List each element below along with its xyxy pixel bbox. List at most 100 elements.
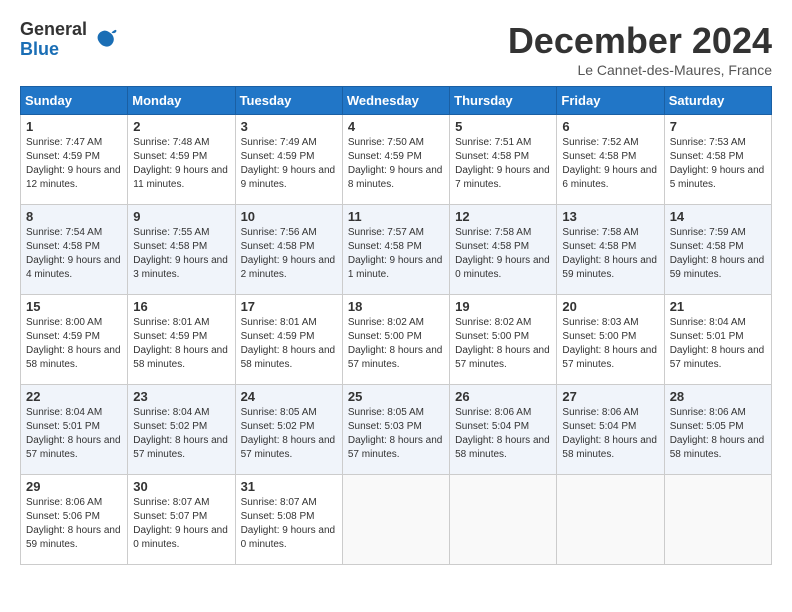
table-row: 24 Sunrise: 8:05 AM Sunset: 5:02 PM Dayl… bbox=[235, 385, 342, 475]
table-row: 9 Sunrise: 7:55 AM Sunset: 4:58 PM Dayli… bbox=[128, 205, 235, 295]
table-row: 23 Sunrise: 8:04 AM Sunset: 5:02 PM Dayl… bbox=[128, 385, 235, 475]
day-info: Sunrise: 7:52 AM Sunset: 4:58 PM Dayligh… bbox=[562, 136, 658, 192]
day-info: Sunrise: 8:02 AM Sunset: 5:00 PM Dayligh… bbox=[348, 316, 444, 372]
day-number: 31 bbox=[241, 479, 337, 494]
table-row: 10 Sunrise: 7:56 AM Sunset: 4:58 PM Dayl… bbox=[235, 205, 342, 295]
day-info: Sunrise: 8:02 AM Sunset: 5:00 PM Dayligh… bbox=[455, 316, 551, 372]
day-info: Sunrise: 8:05 AM Sunset: 5:03 PM Dayligh… bbox=[348, 406, 444, 462]
day-number: 28 bbox=[670, 389, 766, 404]
col-sunday: Sunday bbox=[21, 87, 128, 115]
day-number: 11 bbox=[348, 209, 444, 224]
day-number: 12 bbox=[455, 209, 551, 224]
day-info: Sunrise: 8:06 AM Sunset: 5:04 PM Dayligh… bbox=[455, 406, 551, 462]
table-row: 31 Sunrise: 8:07 AM Sunset: 5:08 PM Dayl… bbox=[235, 475, 342, 565]
day-info: Sunrise: 8:05 AM Sunset: 5:02 PM Dayligh… bbox=[241, 406, 337, 462]
day-info: Sunrise: 8:01 AM Sunset: 4:59 PM Dayligh… bbox=[133, 316, 229, 372]
day-number: 17 bbox=[241, 299, 337, 314]
logo: General Blue bbox=[20, 20, 119, 60]
day-number: 25 bbox=[348, 389, 444, 404]
day-info: Sunrise: 7:49 AM Sunset: 4:59 PM Dayligh… bbox=[241, 136, 337, 192]
day-number: 18 bbox=[348, 299, 444, 314]
day-number: 16 bbox=[133, 299, 229, 314]
calendar-week-row: 15 Sunrise: 8:00 AM Sunset: 4:59 PM Dayl… bbox=[21, 295, 772, 385]
day-info: Sunrise: 7:48 AM Sunset: 4:59 PM Dayligh… bbox=[133, 136, 229, 192]
col-thursday: Thursday bbox=[450, 87, 557, 115]
day-number: 24 bbox=[241, 389, 337, 404]
table-row: 22 Sunrise: 8:04 AM Sunset: 5:01 PM Dayl… bbox=[21, 385, 128, 475]
table-row: 7 Sunrise: 7:53 AM Sunset: 4:58 PM Dayli… bbox=[664, 115, 771, 205]
table-row: 30 Sunrise: 8:07 AM Sunset: 5:07 PM Dayl… bbox=[128, 475, 235, 565]
day-info: Sunrise: 8:04 AM Sunset: 5:02 PM Dayligh… bbox=[133, 406, 229, 462]
day-number: 9 bbox=[133, 209, 229, 224]
table-row: 25 Sunrise: 8:05 AM Sunset: 5:03 PM Dayl… bbox=[342, 385, 449, 475]
day-info: Sunrise: 7:47 AM Sunset: 4:59 PM Dayligh… bbox=[26, 136, 122, 192]
day-number: 29 bbox=[26, 479, 122, 494]
day-number: 13 bbox=[562, 209, 658, 224]
table-row: 27 Sunrise: 8:06 AM Sunset: 5:04 PM Dayl… bbox=[557, 385, 664, 475]
table-row bbox=[557, 475, 664, 565]
col-tuesday: Tuesday bbox=[235, 87, 342, 115]
day-number: 7 bbox=[670, 119, 766, 134]
calendar-week-row: 8 Sunrise: 7:54 AM Sunset: 4:58 PM Dayli… bbox=[21, 205, 772, 295]
title-area: December 2024 Le Cannet-des-Maures, Fran… bbox=[508, 20, 772, 78]
day-info: Sunrise: 7:50 AM Sunset: 4:59 PM Dayligh… bbox=[348, 136, 444, 192]
col-wednesday: Wednesday bbox=[342, 87, 449, 115]
day-number: 22 bbox=[26, 389, 122, 404]
day-info: Sunrise: 7:54 AM Sunset: 4:58 PM Dayligh… bbox=[26, 226, 122, 282]
logo-general: General bbox=[20, 20, 87, 40]
day-info: Sunrise: 7:57 AM Sunset: 4:58 PM Dayligh… bbox=[348, 226, 444, 282]
day-number: 14 bbox=[670, 209, 766, 224]
day-info: Sunrise: 7:53 AM Sunset: 4:58 PM Dayligh… bbox=[670, 136, 766, 192]
day-info: Sunrise: 8:04 AM Sunset: 5:01 PM Dayligh… bbox=[26, 406, 122, 462]
table-row: 5 Sunrise: 7:51 AM Sunset: 4:58 PM Dayli… bbox=[450, 115, 557, 205]
day-number: 10 bbox=[241, 209, 337, 224]
day-number: 19 bbox=[455, 299, 551, 314]
day-info: Sunrise: 8:06 AM Sunset: 5:04 PM Dayligh… bbox=[562, 406, 658, 462]
table-row bbox=[450, 475, 557, 565]
table-row bbox=[664, 475, 771, 565]
day-info: Sunrise: 8:03 AM Sunset: 5:00 PM Dayligh… bbox=[562, 316, 658, 372]
table-row: 6 Sunrise: 7:52 AM Sunset: 4:58 PM Dayli… bbox=[557, 115, 664, 205]
day-number: 8 bbox=[26, 209, 122, 224]
table-row: 21 Sunrise: 8:04 AM Sunset: 5:01 PM Dayl… bbox=[664, 295, 771, 385]
day-info: Sunrise: 8:06 AM Sunset: 5:06 PM Dayligh… bbox=[26, 496, 122, 552]
table-row bbox=[342, 475, 449, 565]
col-friday: Friday bbox=[557, 87, 664, 115]
day-number: 15 bbox=[26, 299, 122, 314]
day-number: 27 bbox=[562, 389, 658, 404]
location: Le Cannet-des-Maures, France bbox=[508, 62, 772, 78]
table-row: 3 Sunrise: 7:49 AM Sunset: 4:59 PM Dayli… bbox=[235, 115, 342, 205]
day-info: Sunrise: 7:55 AM Sunset: 4:58 PM Dayligh… bbox=[133, 226, 229, 282]
table-row: 16 Sunrise: 8:01 AM Sunset: 4:59 PM Dayl… bbox=[128, 295, 235, 385]
table-row: 18 Sunrise: 8:02 AM Sunset: 5:00 PM Dayl… bbox=[342, 295, 449, 385]
month-title: December 2024 bbox=[508, 20, 772, 62]
col-monday: Monday bbox=[128, 87, 235, 115]
day-info: Sunrise: 8:06 AM Sunset: 5:05 PM Dayligh… bbox=[670, 406, 766, 462]
day-number: 26 bbox=[455, 389, 551, 404]
col-saturday: Saturday bbox=[664, 87, 771, 115]
day-info: Sunrise: 8:04 AM Sunset: 5:01 PM Dayligh… bbox=[670, 316, 766, 372]
table-row: 1 Sunrise: 7:47 AM Sunset: 4:59 PM Dayli… bbox=[21, 115, 128, 205]
table-row: 17 Sunrise: 8:01 AM Sunset: 4:59 PM Dayl… bbox=[235, 295, 342, 385]
day-info: Sunrise: 7:58 AM Sunset: 4:58 PM Dayligh… bbox=[455, 226, 551, 282]
logo-bird-icon bbox=[91, 26, 119, 54]
day-info: Sunrise: 7:58 AM Sunset: 4:58 PM Dayligh… bbox=[562, 226, 658, 282]
day-info: Sunrise: 7:56 AM Sunset: 4:58 PM Dayligh… bbox=[241, 226, 337, 282]
day-number: 3 bbox=[241, 119, 337, 134]
day-number: 1 bbox=[26, 119, 122, 134]
table-row: 28 Sunrise: 8:06 AM Sunset: 5:05 PM Dayl… bbox=[664, 385, 771, 475]
calendar-header-row: Sunday Monday Tuesday Wednesday Thursday… bbox=[21, 87, 772, 115]
table-row: 14 Sunrise: 7:59 AM Sunset: 4:58 PM Dayl… bbox=[664, 205, 771, 295]
table-row: 15 Sunrise: 8:00 AM Sunset: 4:59 PM Dayl… bbox=[21, 295, 128, 385]
table-row: 29 Sunrise: 8:06 AM Sunset: 5:06 PM Dayl… bbox=[21, 475, 128, 565]
table-row: 4 Sunrise: 7:50 AM Sunset: 4:59 PM Dayli… bbox=[342, 115, 449, 205]
table-row: 19 Sunrise: 8:02 AM Sunset: 5:00 PM Dayl… bbox=[450, 295, 557, 385]
day-number: 2 bbox=[133, 119, 229, 134]
table-row: 2 Sunrise: 7:48 AM Sunset: 4:59 PM Dayli… bbox=[128, 115, 235, 205]
table-row: 11 Sunrise: 7:57 AM Sunset: 4:58 PM Dayl… bbox=[342, 205, 449, 295]
calendar-week-row: 1 Sunrise: 7:47 AM Sunset: 4:59 PM Dayli… bbox=[21, 115, 772, 205]
day-number: 20 bbox=[562, 299, 658, 314]
day-info: Sunrise: 8:07 AM Sunset: 5:07 PM Dayligh… bbox=[133, 496, 229, 552]
day-number: 5 bbox=[455, 119, 551, 134]
page-header: General Blue December 2024 Le Cannet-des… bbox=[20, 20, 772, 78]
